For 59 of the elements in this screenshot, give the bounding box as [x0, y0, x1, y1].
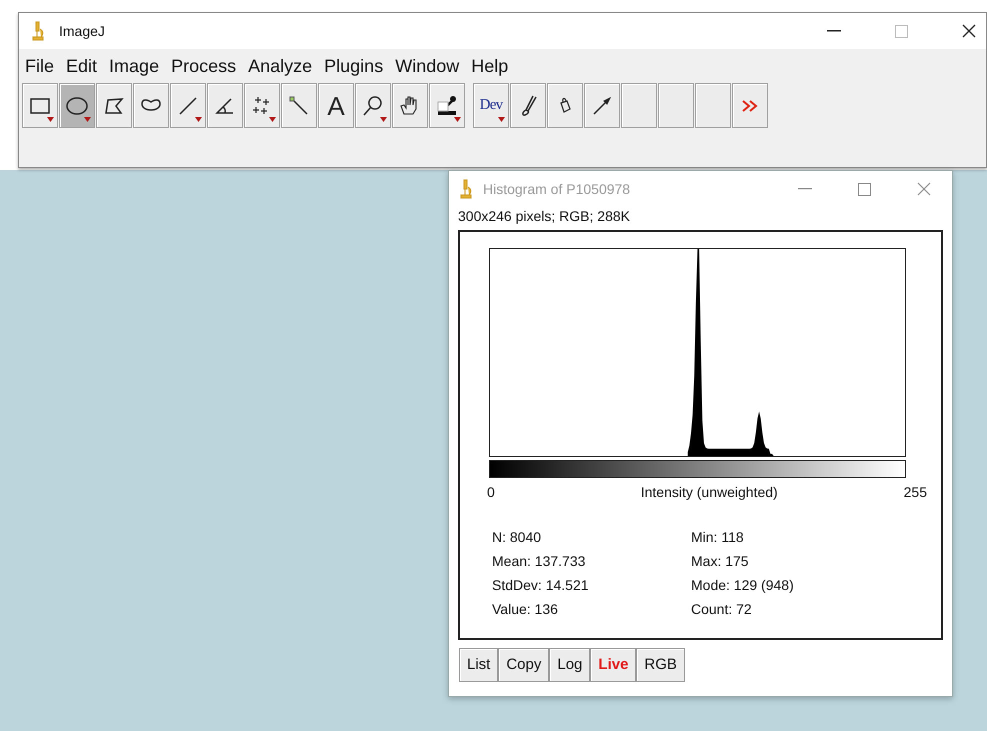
axis-min-label: 0 — [487, 483, 495, 502]
window-title: ImageJ — [59, 22, 105, 41]
statistic-text: Mode: 129 (948) — [691, 576, 794, 595]
window-title: Histogram of P1050978 — [483, 180, 630, 199]
dropdown-triangle-icon — [380, 117, 387, 122]
minimize-icon[interactable] — [827, 30, 841, 32]
dropper-tool-button[interactable] — [429, 83, 465, 128]
axis-title: Intensity (unweighted) — [640, 483, 778, 502]
menu-item[interactable]: Window — [395, 52, 460, 80]
statistic-text: Min: 118 — [691, 528, 745, 547]
menu-item[interactable]: Edit — [66, 52, 98, 80]
freehand-tool-button[interactable] — [133, 83, 169, 128]
brush-tool-button[interactable] — [510, 83, 546, 128]
rectangle-tool-button[interactable] — [22, 83, 58, 128]
menu-item[interactable]: Help — [471, 52, 508, 80]
dropdown-triangle-icon — [498, 117, 505, 122]
dropdown-triangle-icon — [269, 117, 276, 122]
angle-tool-button[interactable] — [207, 83, 243, 128]
histogram-button[interactable]: List — [459, 648, 498, 682]
microscope-icon — [459, 179, 473, 199]
multipoint-tool-button[interactable] — [244, 83, 280, 128]
dropdown-triangle-icon — [47, 117, 54, 122]
oval-tool-button[interactable] — [59, 83, 95, 128]
hand-tool-button[interactable] — [392, 83, 428, 128]
empty-tool-slot[interactable] — [695, 83, 731, 128]
statistic-text: StdDev: 14.521 — [492, 576, 590, 595]
axis-max-label: 255 — [904, 483, 927, 502]
empty-tool-slot[interactable] — [658, 83, 694, 128]
more-tools-button[interactable] — [732, 83, 768, 128]
statistic-text: Count: 72 — [691, 600, 753, 619]
arrow-tool-button[interactable] — [584, 83, 620, 128]
dev-tool-button[interactable]: Dev — [473, 83, 509, 128]
text-tool-button[interactable]: A — [318, 83, 354, 128]
menu-item[interactable]: File — [25, 52, 54, 80]
histogram-button[interactable]: Copy — [498, 648, 550, 682]
menu-item[interactable]: Analyze — [248, 52, 312, 80]
zoom-tool-button[interactable] — [355, 83, 391, 128]
histogram-button[interactable]: Log — [549, 648, 590, 682]
dropper-icon — [435, 94, 459, 118]
line-tool-button[interactable] — [170, 83, 206, 128]
image-info: 300x246 pixels; RGB; 288K — [458, 207, 631, 225]
maximize-icon[interactable] — [858, 182, 871, 196]
wand-tool-button[interactable] — [281, 83, 317, 128]
statistic-text: Mean: 137.733 — [492, 552, 586, 571]
polygon-tool-button[interactable] — [96, 83, 132, 128]
histogram-button[interactable]: RGB — [636, 648, 685, 682]
menu-item[interactable]: Image — [109, 52, 160, 80]
menu-item[interactable]: Process — [171, 52, 236, 80]
dropdown-triangle-icon — [195, 117, 202, 122]
menu-item[interactable]: Plugins — [324, 52, 384, 80]
statistic-text: Value: 136 — [492, 600, 559, 619]
dropdown-triangle-icon — [454, 117, 461, 122]
histogram-button[interactable]: Live — [590, 648, 636, 682]
bucket-tool-button[interactable] — [547, 83, 583, 128]
dropdown-triangle-icon — [84, 117, 91, 122]
statistic-text: Max: 175 — [691, 552, 750, 571]
microscope-icon — [31, 21, 45, 41]
statistic-text: N: 8040 — [492, 528, 542, 547]
close-icon[interactable] — [962, 24, 976, 38]
